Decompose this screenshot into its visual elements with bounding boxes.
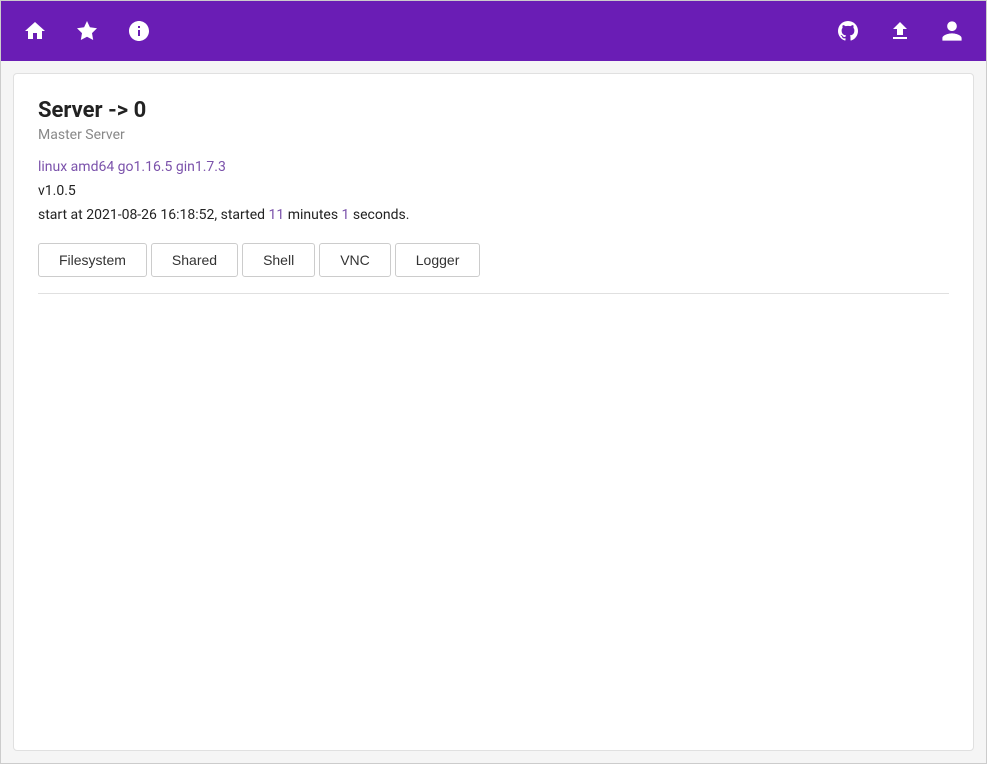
- upload-icon[interactable]: [882, 13, 918, 49]
- tab-shell[interactable]: Shell: [242, 243, 315, 277]
- navbar-right: [830, 13, 970, 49]
- server-subtitle: Master Server: [38, 127, 949, 143]
- app-window: Server -> 0 Master Server linux amd64 go…: [0, 0, 987, 764]
- tab-vnc[interactable]: VNC: [319, 243, 391, 277]
- tab-logger[interactable]: Logger: [395, 243, 481, 277]
- start-prefix-text: start at 2021-08-26 16:18:52, started: [38, 207, 268, 223]
- minutes-label: minutes: [284, 207, 341, 223]
- tab-content-area: [38, 293, 949, 726]
- server-start: start at 2021-08-26 16:18:52, started 11…: [38, 207, 949, 223]
- server-title: Server -> 0: [38, 98, 949, 123]
- star-icon[interactable]: [69, 13, 105, 49]
- main-content-panel: Server -> 0 Master Server linux amd64 go…: [13, 73, 974, 751]
- navbar: [1, 1, 986, 61]
- tab-filesystem[interactable]: Filesystem: [38, 243, 147, 277]
- home-icon[interactable]: [17, 13, 53, 49]
- server-version: v1.0.5: [38, 183, 949, 199]
- start-minutes: 11: [268, 207, 284, 223]
- seconds-label: seconds.: [349, 207, 409, 223]
- tab-shared[interactable]: Shared: [151, 243, 238, 277]
- server-info-line: linux amd64 go1.16.5 gin1.7.3: [38, 159, 949, 175]
- tab-buttons: Filesystem Shared Shell VNC Logger: [38, 243, 949, 277]
- navbar-left: [17, 13, 157, 49]
- info-icon[interactable]: [121, 13, 157, 49]
- account-icon[interactable]: [934, 13, 970, 49]
- github-icon[interactable]: [830, 13, 866, 49]
